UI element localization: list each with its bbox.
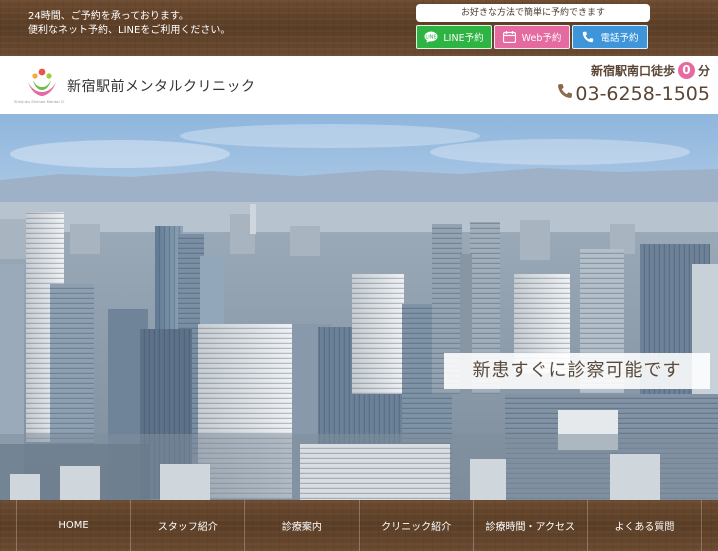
web-reserve-label: Web予約 — [521, 33, 562, 44]
notice-line-2: 便利なネット予約、LINEをご利用ください。 — [28, 25, 231, 36]
nav-hours-access[interactable]: 診療時間・アクセス — [472, 500, 587, 551]
line-reserve-button[interactable]: LINE LINE予約 — [416, 25, 492, 49]
line-reserve-label: LINE予約 — [443, 33, 484, 44]
notice-line-1: 24時間、ご予約を承っております。 — [28, 11, 189, 22]
svg-text:LINE: LINE — [426, 35, 437, 41]
reservation-box: お好きな方法で簡単に予約できます LINE LINE予約 Web予約 電話予約 — [416, 4, 650, 49]
tokyo-skyline-photo — [0, 114, 718, 500]
nav-faq[interactable]: よくある質問 — [586, 500, 703, 551]
hero-banner: 新患すぐに診察可能です — [0, 114, 718, 500]
phone-icon — [581, 31, 595, 43]
site-title[interactable]: 新宿駅前メンタルクリニック — [67, 76, 256, 96]
reservation-buttons: LINE LINE予約 Web予約 電話予約 — [416, 25, 650, 49]
calendar-icon — [503, 31, 517, 43]
walk-suffix: 分 — [697, 64, 710, 78]
nav-home[interactable]: HOME — [16, 500, 130, 551]
line-chat-icon: LINE — [424, 31, 438, 43]
nav-clinic[interactable]: クリニック紹介 — [358, 500, 473, 551]
tel-reserve-button[interactable]: 電話予約 — [572, 25, 648, 49]
nav-staff[interactable]: スタッフ紹介 — [130, 500, 244, 551]
phone-number-text: 03-6258-1505 — [575, 82, 710, 105]
walk-prefix: 新宿駅南口徒歩 — [590, 64, 675, 78]
phone-icon — [557, 82, 573, 105]
nav-services[interactable]: 診療案内 — [244, 500, 358, 551]
global-nav: HOME スタッフ紹介 診療案内 クリニック紹介 診療時間・アクセス よくある質… — [0, 500, 718, 551]
walk-info: 新宿駅南口徒歩 0 分 — [591, 62, 710, 79]
logo-subtext: Shinjuku Ekimae Mental Cl — [14, 99, 65, 104]
top-bar: 24時間、ご予約を承っております。 便利なネット予約、LINEをご利用ください。… — [0, 0, 718, 56]
clinic-logo-mark — [28, 68, 56, 96]
web-reserve-button[interactable]: Web予約 — [494, 25, 570, 49]
walk-minutes-badge: 0 — [677, 62, 695, 79]
site-header: Shinjuku Ekimae Mental Cl 新宿駅前メンタルクリニック … — [0, 56, 718, 114]
phone-number[interactable]: 03-6258-1505 — [557, 82, 710, 105]
tel-reserve-label: 電話予約 — [600, 33, 639, 44]
hero-tagline: 新患すぐに診察可能です — [444, 353, 710, 389]
reservation-notice: 24時間、ご予約を承っております。 便利なネット予約、LINEをご利用ください。 — [28, 10, 230, 38]
reservation-caption: お好きな方法で簡単に予約できます — [416, 4, 650, 22]
